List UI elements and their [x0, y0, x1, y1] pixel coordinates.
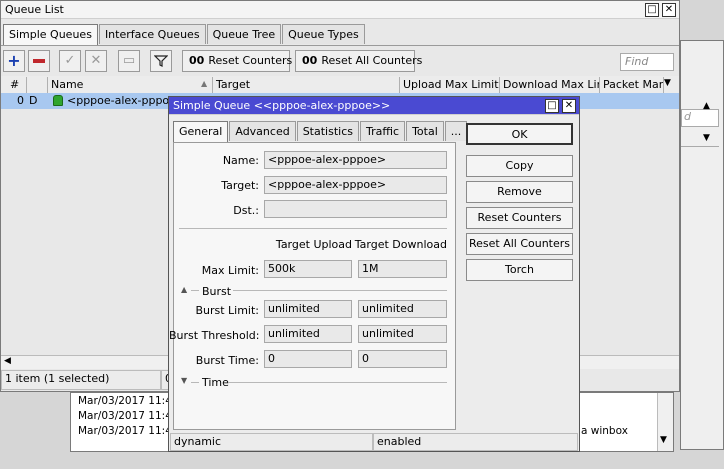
column-header-target[interactable]: Target: [213, 77, 400, 93]
tab-underline: [1, 45, 679, 46]
filter-icon[interactable]: [150, 50, 172, 72]
time-line-left: [191, 382, 199, 383]
close-icon[interactable]: ✕: [562, 99, 576, 113]
burst-limit-download-field[interactable]: unlimited: [358, 300, 447, 318]
enable-icon[interactable]: ✓: [59, 50, 81, 72]
reset-all-counters-label: Reset All Counters: [321, 54, 423, 67]
tab-advanced[interactable]: Advanced: [229, 121, 296, 141]
chevron-down-icon[interactable]: ▼: [703, 133, 710, 143]
find-input[interactable]: Find: [620, 53, 674, 71]
column-menu-icon[interactable]: ▼: [664, 78, 671, 88]
tab-interface-queues[interactable]: Interface Queues: [98, 24, 206, 44]
burst-time-label: Burst Time:: [195, 354, 259, 367]
row-flag: D: [29, 94, 38, 107]
log-row: Mar/03/2017 11:49: [78, 425, 179, 437]
sort-icon: ▲: [201, 79, 208, 88]
column-header-download[interactable]: Download Max Limit: [500, 77, 600, 93]
separator: [179, 228, 447, 229]
column-header-packet-mark[interactable]: Packet Mark: [600, 77, 664, 93]
reset-counters-button[interactable]: 00 Reset Counters: [182, 50, 293, 72]
reset-counters-button[interactable]: Reset Counters: [466, 207, 573, 229]
torch-button[interactable]: Torch: [466, 259, 573, 281]
burst-section-label: Burst: [202, 285, 232, 298]
target-field[interactable]: <pppoe-alex-pppoe>: [264, 176, 447, 194]
simple-queue-dialog: Simple Queue <<pppoe-alex-pppoe>> □ ✕ Ge…: [168, 96, 580, 452]
tab-traffic[interactable]: Traffic: [360, 121, 406, 141]
max-limit-upload-field[interactable]: 500k: [264, 260, 352, 278]
dialog-titlebar: Simple Queue <<pppoe-alex-pppoe>>: [169, 97, 579, 115]
queue-list-status: 1 item (1 selected): [1, 370, 161, 390]
column-header-num[interactable]: #: [1, 77, 27, 93]
tab-more[interactable]: ...: [444, 121, 468, 141]
row-number: 0: [17, 94, 24, 107]
dialog-status-enabled: enabled: [373, 433, 578, 451]
reset-all-counters-button[interactable]: Reset All Counters: [466, 233, 573, 255]
time-line-right: [229, 382, 447, 383]
burst-limit-upload-field[interactable]: unlimited: [264, 300, 352, 318]
maximize-icon[interactable]: □: [645, 3, 659, 17]
counter-prefix: 00: [189, 54, 205, 67]
burst-limit-label: Burst Limit:: [195, 304, 259, 317]
column-header-name[interactable]: Name: [48, 77, 213, 93]
add-icon[interactable]: +: [3, 50, 25, 72]
dst-field[interactable]: [264, 200, 447, 218]
target-download-header: Target Download: [354, 238, 447, 251]
tab-total[interactable]: Total: [406, 121, 444, 141]
column-header-flag[interactable]: [27, 77, 48, 93]
burst-time-upload-field[interactable]: 0: [264, 350, 352, 368]
queue-list-titlebar: Queue List: [1, 1, 679, 19]
burst-threshold-label: Burst Threshold:: [169, 329, 260, 342]
max-limit-label: Max Limit:: [201, 264, 259, 277]
dialog-status-dynamic: dynamic: [170, 433, 373, 451]
tab-statistics[interactable]: Statistics: [296, 121, 359, 141]
background-window: d ▼ ▲: [680, 40, 724, 450]
maximize-icon[interactable]: □: [545, 99, 559, 113]
max-limit-download-field[interactable]: 1M: [358, 260, 447, 278]
burst-time-download-field[interactable]: 0: [358, 350, 447, 368]
time-expand-icon[interactable]: ▼: [181, 376, 187, 385]
tab-simple-queues[interactable]: Simple Queues: [3, 24, 98, 45]
log-row-text: a winbox: [581, 425, 628, 437]
tab-queue-types[interactable]: Queue Types: [282, 24, 365, 44]
log-row: Mar/03/2017 11:49: [78, 395, 179, 407]
disable-icon[interactable]: ✕: [85, 50, 107, 72]
ok-button[interactable]: OK: [466, 123, 573, 145]
column-header-upload[interactable]: Upload Max Limit: [400, 77, 500, 93]
burst-line-left: [191, 290, 199, 291]
target-label: Target:: [221, 179, 259, 192]
find-field-bg: d: [681, 109, 719, 127]
reset-counters-label: Reset Counters: [208, 54, 293, 67]
window-title: Queue List: [5, 3, 64, 16]
dst-label: Dst.:: [233, 204, 259, 217]
tab-queue-tree[interactable]: Queue Tree: [206, 24, 282, 44]
burst-collapse-icon[interactable]: ▲: [181, 285, 187, 294]
scroll-left-icon[interactable]: ◀: [4, 356, 11, 366]
remove-icon[interactable]: [28, 50, 50, 72]
remove-button[interactable]: Remove: [466, 181, 573, 203]
burst-line-right: [233, 290, 447, 291]
copy-button[interactable]: Copy: [466, 155, 573, 177]
burst-threshold-upload-field[interactable]: unlimited: [264, 325, 352, 343]
counter-prefix: 00: [302, 54, 318, 67]
column-header-bg: [681, 131, 719, 147]
time-section-label: Time: [202, 376, 229, 389]
reset-all-counters-button[interactable]: 00 Reset All Counters: [295, 50, 422, 72]
dialog-title: Simple Queue <<pppoe-alex-pppoe>>: [173, 99, 391, 112]
queue-icon: [53, 95, 63, 106]
log-row: Mar/03/2017 11:49: [78, 410, 179, 422]
burst-threshold-download-field[interactable]: unlimited: [358, 325, 447, 343]
name-field[interactable]: <pppoe-alex-pppoe>: [264, 151, 447, 169]
scroll-down-icon[interactable]: ▼: [660, 435, 667, 445]
close-icon[interactable]: ✕: [662, 3, 676, 17]
name-label: Name:: [222, 154, 259, 167]
scroll-up-icon[interactable]: ▲: [703, 101, 710, 111]
target-upload-header: Target Upload: [275, 238, 352, 251]
comment-icon[interactable]: ▭: [118, 50, 140, 72]
tab-general[interactable]: General: [173, 121, 229, 142]
